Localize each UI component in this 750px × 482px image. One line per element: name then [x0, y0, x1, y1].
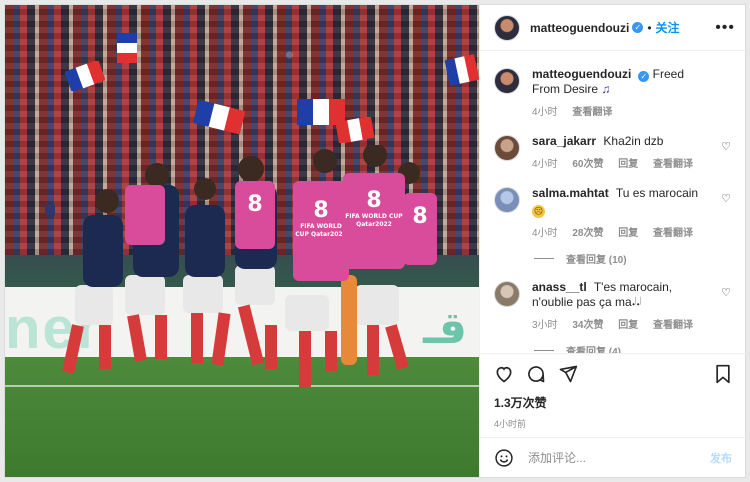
- post-actions: 1.3万次赞 4小时前: [480, 353, 746, 429]
- translate-link[interactable]: 查看翻译: [653, 320, 693, 331]
- caption-username[interactable]: matteoguendouzi: [532, 67, 631, 81]
- more-icon[interactable]: •••: [715, 19, 735, 37]
- reply-button[interactable]: 回复: [618, 320, 638, 331]
- avatar[interactable]: [494, 68, 520, 94]
- post-comment-button[interactable]: 发布: [710, 450, 732, 466]
- comment-text: Tu es marocain: [615, 186, 699, 200]
- player-bib: [125, 185, 165, 245]
- comment-time: 4小时: [532, 228, 558, 239]
- caption-time: 4小时: [532, 107, 558, 118]
- emoji-icon[interactable]: [494, 448, 514, 468]
- post-sidebar: matteoguendouzi ✓ • 关注 ••• matteoguendou…: [479, 5, 746, 477]
- comment-username[interactable]: anass__tl: [532, 280, 587, 294]
- france-flag: [193, 101, 245, 135]
- comments-list[interactable]: matteoguendouzi ✓ Freed From Desire ♫ 4小时…: [480, 51, 745, 353]
- comment-time: 3小时: [532, 320, 558, 331]
- post-photo[interactable]: nen قـ 8 FIFA WORLD CUP Qatar2022 8 FIFA…: [5, 5, 479, 477]
- add-comment-bar: 发布: [480, 437, 746, 477]
- comment-item: salma.mahtat Tu es marocain ☹ 4小时 28次赞 回…: [494, 186, 731, 241]
- post-header: matteoguendouzi ✓ • 关注 •••: [480, 5, 745, 51]
- follow-button[interactable]: 关注: [656, 19, 680, 36]
- heart-icon[interactable]: ♡: [721, 140, 731, 153]
- avatar[interactable]: [494, 187, 520, 213]
- comment-input[interactable]: [528, 450, 710, 465]
- reply-button[interactable]: 回复: [618, 159, 638, 170]
- emoji-icon: ☹: [532, 205, 545, 218]
- france-flag: [445, 54, 479, 86]
- post-time: 4小时前: [494, 419, 527, 429]
- comment-likes[interactable]: 34次赞: [572, 320, 603, 331]
- comment-likes[interactable]: 28次赞: [572, 228, 603, 239]
- france-flag: [117, 33, 137, 63]
- view-replies-button[interactable]: 查看回复 (10): [534, 251, 731, 266]
- likes-count[interactable]: 1.3万次赞: [494, 394, 732, 411]
- comment-item: sara_jakarr Kha2in dzb 4小时 60次赞 回复 查看翻译 …: [494, 134, 731, 172]
- player-bib: 8: [403, 193, 437, 265]
- comment-time: 4小时: [532, 159, 558, 170]
- france-flag: [65, 61, 105, 91]
- view-replies-button[interactable]: 查看回复 (4): [534, 343, 731, 353]
- post-card: nen قـ 8 FIFA WORLD CUP Qatar2022 8 FIFA…: [4, 4, 746, 478]
- header-username[interactable]: matteoguendouzi: [530, 21, 629, 35]
- translate-link[interactable]: 查看翻译: [572, 107, 612, 118]
- comment-text: Kha2in dzb: [603, 134, 664, 148]
- comment-username[interactable]: salma.mahtat: [532, 186, 609, 200]
- france-flag: [335, 117, 375, 143]
- heart-icon[interactable]: ♡: [721, 286, 731, 299]
- translate-link[interactable]: 查看翻译: [653, 228, 693, 239]
- caption: matteoguendouzi ✓ Freed From Desire ♫ 4小时…: [494, 67, 731, 120]
- music-icon: ♫: [601, 82, 611, 96]
- bookmark-icon[interactable]: [714, 364, 732, 384]
- comment-likes[interactable]: 60次赞: [572, 159, 603, 170]
- heart-icon[interactable]: [494, 364, 514, 384]
- reply-button[interactable]: 回复: [618, 228, 638, 239]
- player-bib: 8 FIFA WORLD CUP Qatar2022: [293, 181, 349, 281]
- comment-item: anass__tl T'es marocain, n'oublie pas ça…: [494, 280, 731, 333]
- avatar[interactable]: [494, 281, 520, 307]
- comment-username[interactable]: sara_jakarr: [532, 134, 596, 148]
- separator: •: [647, 20, 652, 35]
- verified-icon: ✓: [632, 22, 644, 33]
- comment-icon[interactable]: [526, 364, 546, 384]
- avatar[interactable]: [494, 135, 520, 161]
- share-icon[interactable]: [558, 364, 578, 384]
- verified-icon: ✓: [638, 71, 650, 82]
- player-bib: 8: [235, 181, 275, 249]
- avatar[interactable]: [494, 14, 520, 41]
- translate-link[interactable]: 查看翻译: [653, 159, 693, 170]
- player-bib: 8 FIFA WORLD CUP Qatar2022: [343, 173, 405, 269]
- heart-icon[interactable]: ♡: [721, 192, 731, 205]
